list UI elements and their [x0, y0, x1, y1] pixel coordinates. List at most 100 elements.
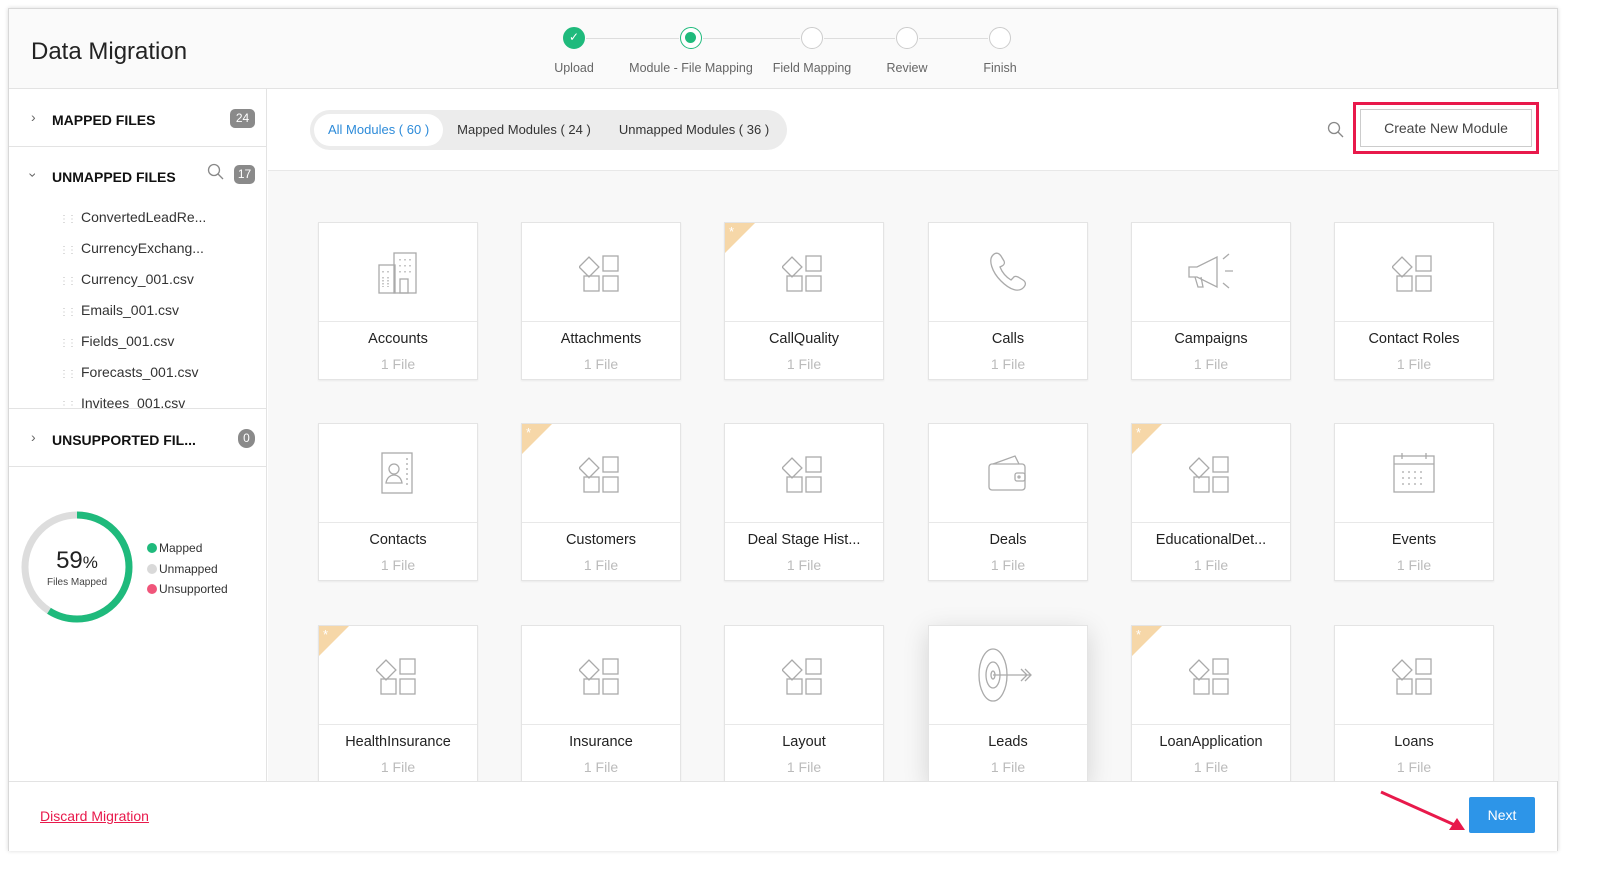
module-card-contacts[interactable]: Contacts 1 File [318, 423, 478, 581]
module-file-count: 1 File [1396, 759, 1432, 775]
module-icon [522, 626, 680, 725]
unsupported-files-section[interactable]: › UNSUPPORTED FIL... 0 [9, 409, 267, 467]
donut-label: 59% Files Mapped [19, 547, 135, 588]
drag-handle-icon[interactable]: ⋮⋮ [59, 214, 77, 225]
next-button[interactable]: Next [1469, 797, 1535, 833]
module-card-calls[interactable]: Calls 1 File [928, 222, 1088, 380]
legend-label: Unsupported [159, 582, 228, 596]
header: Data Migration ✓ Upload Module - File Mapp… [9, 9, 1557, 89]
unmapped-file-item[interactable]: ⋮⋮ Invitees_001.csv [59, 395, 186, 409]
module-name: Attachments [560, 331, 642, 347]
unmapped-file-item[interactable]: ⋮⋮ CurrencyExchang... [59, 240, 204, 256]
module-icon [725, 626, 883, 725]
unmapped-file-item[interactable]: ⋮⋮ ConvertedLeadRe... [59, 209, 206, 225]
step-label: Finish [983, 61, 1017, 75]
module-card-attachments[interactable]: Attachments 1 File [521, 222, 681, 380]
search-icon[interactable] [1327, 121, 1345, 139]
chevron-down-icon[interactable]: › [25, 173, 41, 178]
module-file-count: 1 File [786, 759, 822, 775]
page-title: Data Migration [31, 38, 188, 65]
legend-item: Mapped [147, 541, 202, 555]
drag-handle-icon[interactable]: ⋮⋮ [59, 245, 77, 256]
legend-swatch [147, 543, 157, 553]
module-name: Customers [565, 532, 637, 548]
mapped-files-section[interactable]: › MAPPED FILES 24 [9, 89, 267, 147]
module-card-educationaldet[interactable]: * EducationalDet... 1 File [1131, 423, 1291, 581]
file-name: Fields_001.csv [81, 333, 175, 349]
drag-handle-icon[interactable]: ⋮⋮ [59, 369, 77, 380]
discard-migration-link[interactable]: Discard Migration [40, 808, 149, 824]
module-file-count: 1 File [380, 759, 416, 775]
tab-mapped-modules[interactable]: Mapped Modules ( 24 ) [443, 114, 605, 146]
unmapped-file-item[interactable]: ⋮⋮ Forecasts_001.csv [59, 364, 199, 380]
megaphone-icon [1132, 223, 1290, 322]
step-dot [680, 27, 702, 49]
file-name: CurrencyExchang... [81, 240, 204, 256]
unmapped-file-item[interactable]: ⋮⋮ Emails_001.csv [59, 302, 179, 318]
drag-handle-icon[interactable]: ⋮⋮ [59, 276, 77, 287]
module-card-healthinsurance[interactable]: * HealthInsurance 1 File [318, 625, 478, 783]
module-file-count: 1 File [583, 356, 619, 372]
search-icon[interactable] [207, 163, 225, 181]
module-card-customers[interactable]: * Customers 1 File [521, 423, 681, 581]
module-name: Deals [989, 532, 1027, 548]
module-name: Layout [782, 734, 826, 750]
module-card-accounts[interactable]: Accounts 1 File [318, 222, 478, 380]
module-card-campaigns[interactable]: Campaigns 1 File [1131, 222, 1291, 380]
create-new-module-button[interactable]: Create New Module [1353, 102, 1539, 154]
drag-handle-icon[interactable]: ⋮⋮ [59, 307, 77, 318]
module-name: Loans [1394, 734, 1434, 750]
donut-caption: Files Mapped [46, 577, 108, 588]
step-dot [989, 27, 1011, 49]
module-card-deal-stage-hist[interactable]: Deal Stage Hist... 1 File [724, 423, 884, 581]
module-icon [1335, 626, 1493, 725]
toolbar: All Modules ( 60 ) Mapped Modules ( 24 ) U… [268, 89, 1558, 171]
module-card-layout[interactable]: Layout 1 File [724, 625, 884, 783]
unmapped-file-item[interactable]: ⋮⋮ Currency_001.csv [59, 271, 194, 287]
module-file-count: 1 File [1193, 356, 1229, 372]
wallet-icon [929, 424, 1087, 523]
module-card-insurance[interactable]: Insurance 1 File [521, 625, 681, 783]
module-file-count: 1 File [1193, 557, 1229, 573]
module-card-leads[interactable]: Leads 1 File [928, 625, 1088, 783]
file-name: Invitees_001.csv [81, 395, 186, 409]
module-file-count: 1 File [1396, 356, 1432, 372]
module-name: EducationalDet... [1155, 532, 1267, 548]
drag-handle-icon[interactable]: ⋮⋮ [59, 338, 77, 349]
chevron-right-icon[interactable]: › [31, 109, 36, 125]
module-name: Contact Roles [1368, 331, 1460, 347]
tab-all-modules[interactable]: All Modules ( 60 ) [314, 114, 444, 146]
step-finish: Finish [920, 27, 1080, 75]
module-card-contact-roles[interactable]: Contact Roles 1 File [1334, 222, 1494, 380]
legend-swatch [147, 563, 157, 574]
count-badge: 24 [230, 109, 255, 128]
sidebar: › MAPPED FILES 24 › UNMAPPED FILES 17 ⋮⋮… [9, 89, 267, 781]
module-name: Campaigns [1174, 331, 1248, 347]
count-badge: 17 [234, 165, 255, 184]
unmapped-file-item[interactable]: ⋮⋮ Fields_001.csv [59, 333, 174, 349]
calendar-icon [1335, 424, 1493, 523]
module-card-callquality[interactable]: * CallQuality 1 File [724, 222, 884, 380]
module-file-count: 1 File [583, 759, 619, 775]
module-card-loans[interactable]: Loans 1 File [1334, 625, 1494, 783]
module-file-count: 1 File [1396, 557, 1432, 573]
drag-handle-icon[interactable]: ⋮⋮ [59, 400, 77, 408]
module-card-deals[interactable]: Deals 1 File [928, 423, 1088, 581]
count-badge: 0 [238, 429, 255, 448]
module-icon [1335, 223, 1493, 322]
module-card-loanapplication[interactable]: * LoanApplication 1 File [1131, 625, 1291, 783]
asterisk-icon: * [1136, 425, 1142, 440]
module-card-events[interactable]: Events 1 File [1334, 423, 1494, 581]
asterisk-icon: * [1136, 627, 1142, 642]
module-file-count: 1 File [990, 759, 1026, 775]
chevron-right-icon[interactable]: › [31, 429, 36, 445]
phone-icon [929, 223, 1087, 322]
section-label: MAPPED FILES [52, 112, 156, 128]
module-file-count: 1 File [990, 557, 1026, 573]
building-icon [319, 223, 477, 322]
file-name: Currency_001.csv [81, 271, 194, 287]
module-file-count: 1 File [380, 356, 416, 372]
target-icon [929, 626, 1087, 725]
tab-unmapped-modules[interactable]: Unmapped Modules ( 36 ) [605, 114, 783, 146]
module-name: Accounts [368, 331, 428, 347]
